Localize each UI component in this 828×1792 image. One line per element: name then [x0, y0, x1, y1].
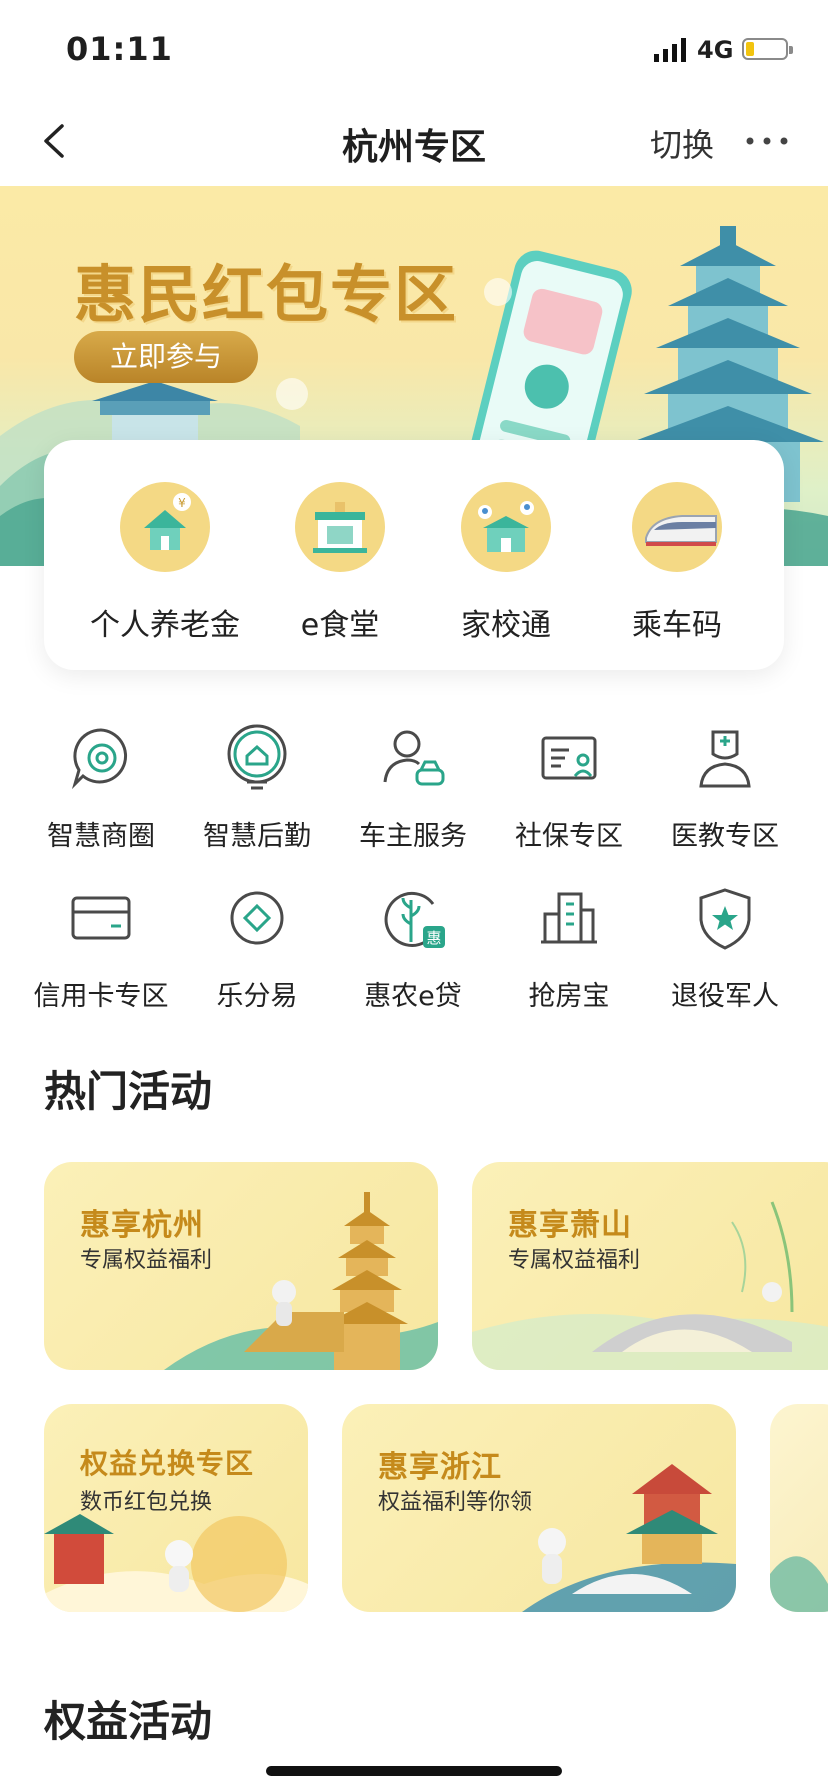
section-hot-activities: 热门活动 [44, 1067, 213, 1116]
status-bar: 01:11 4G [0, 0, 828, 96]
svg-text:¥: ¥ [178, 496, 186, 510]
service-label: 乐分易 [216, 981, 298, 1012]
home-indicator[interactable] [266, 1766, 562, 1776]
activity-card-exchange[interactable]: 权益兑换专区 数币红包兑换 [44, 1404, 308, 1612]
service-social-security[interactable]: 社保专区 [491, 720, 647, 853]
building-icon [541, 892, 597, 944]
quick-item-pension[interactable]: ¥ 个人养老金 [85, 482, 245, 644]
quick-access-card: ¥ 个人养老金 e食堂 家校通 乘车码 [44, 440, 784, 670]
diamond-circle-icon [230, 891, 284, 945]
quick-item-label: 乘车码 [632, 608, 722, 643]
activity-card-xiaoshan[interactable]: 惠享萧山 专属权益福利 [472, 1162, 828, 1370]
star-shield-icon [699, 888, 751, 950]
doctor-icon [699, 730, 751, 788]
service-label: 社保专区 [515, 821, 623, 852]
svg-text:惠: 惠 [426, 929, 441, 947]
network-type: 4G [697, 36, 734, 64]
service-label: 医教专区 [671, 821, 779, 852]
service-credit-card[interactable]: 信用卡专区 [23, 880, 179, 1013]
activity-card-hangzhou[interactable]: 惠享杭州 专属权益福利 [44, 1162, 438, 1370]
section-benefit-activities: 权益活动 [44, 1697, 213, 1746]
activity-title: 权益兑换专区 [80, 1447, 255, 1480]
status-time: 01:11 [66, 30, 173, 68]
service-label: 退役军人 [671, 981, 779, 1012]
service-smart-business[interactable]: 智慧商圈 [23, 720, 179, 853]
service-car-owner[interactable]: 车主服务 [335, 720, 491, 853]
service-label: 抢房宝 [528, 981, 610, 1012]
quick-item-label: 家校通 [461, 608, 551, 643]
quick-item-ride-code[interactable]: 乘车码 [597, 482, 757, 644]
quick-item-label: 个人养老金 [90, 608, 240, 643]
service-label: 车主服务 [359, 821, 467, 852]
banner-headline: 惠民红包专区 [74, 258, 459, 331]
nav-bar: 杭州专区 切换 [0, 96, 828, 186]
activity-subtitle: 专属权益福利 [80, 1248, 213, 1273]
activity-subtitle: 权益福利等你领 [378, 1490, 533, 1515]
quick-item-label: e食堂 [300, 608, 380, 643]
quick-item-canteen[interactable]: e食堂 [260, 482, 420, 644]
wheat-icon: 惠 [384, 891, 445, 948]
person-car-icon [383, 730, 445, 786]
partial-illustration [770, 1556, 828, 1612]
service-veterans[interactable]: 退役军人 [647, 880, 803, 1013]
id-card-icon [541, 736, 597, 780]
service-agri-loan[interactable]: 惠 惠农e贷 [335, 880, 491, 1013]
service-label: 智慧后勤 [203, 821, 311, 852]
train-icon [632, 482, 722, 572]
pension-house-icon: ¥ [120, 482, 210, 572]
activity-card-partial[interactable] [770, 1404, 828, 1612]
service-label: 信用卡专区 [33, 981, 169, 1012]
service-house-grab[interactable]: 抢房宝 [491, 880, 647, 1013]
quick-item-school[interactable]: 家校通 [426, 482, 586, 644]
service-label: 智慧商圈 [47, 821, 155, 852]
battery-icon [742, 38, 793, 60]
school-icon [461, 482, 551, 572]
activity-card-zhejiang[interactable]: 惠享浙江 权益福利等你领 [342, 1404, 736, 1612]
activity-subtitle: 专属权益福利 [508, 1248, 641, 1273]
service-label: 惠农e贷 [364, 981, 462, 1012]
activity-subtitle: 数币红包兑换 [80, 1490, 213, 1515]
service-medical-education[interactable]: 医教专区 [647, 720, 803, 853]
activity-title: 惠享杭州 [80, 1208, 204, 1243]
activity-title: 惠享浙江 [378, 1450, 502, 1485]
credit-card-icon [71, 896, 131, 940]
service-smart-logistics[interactable]: 智慧后勤 [179, 720, 335, 853]
target-chat-icon [71, 728, 128, 790]
home-chat-icon [227, 724, 287, 790]
activity-title: 惠享萧山 [508, 1208, 632, 1243]
switch-button[interactable]: 切换 [650, 120, 714, 166]
service-lefenyi[interactable]: 乐分易 [179, 880, 335, 1013]
more-icon[interactable] [744, 128, 790, 154]
join-now-button[interactable]: 立即参与 [74, 331, 258, 383]
signal-icon [654, 38, 686, 62]
canteen-icon [295, 482, 385, 572]
